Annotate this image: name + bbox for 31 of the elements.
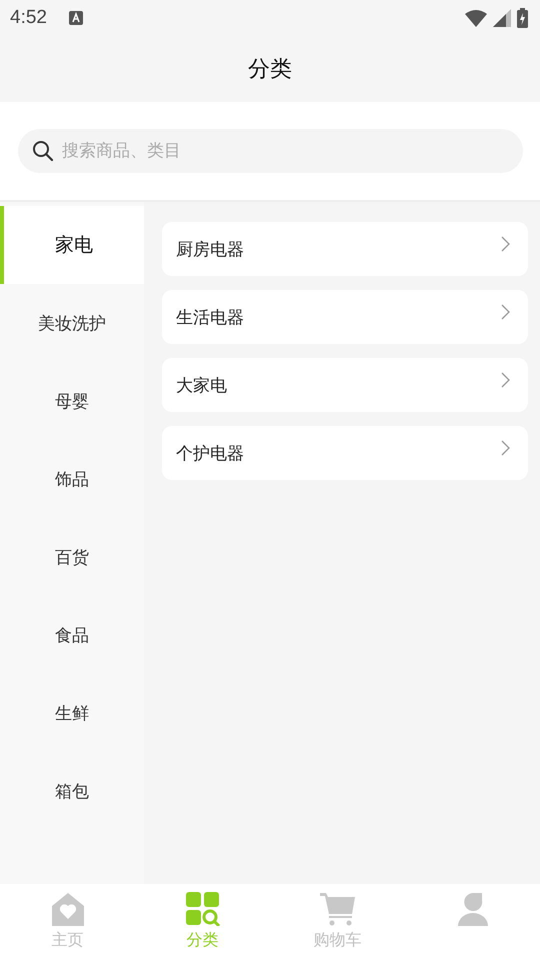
category-item[interactable]: 箱包 bbox=[0, 752, 144, 830]
category-item[interactable]: 饰品 bbox=[0, 440, 144, 518]
chevron-right-icon bbox=[501, 372, 510, 388]
signal-icon bbox=[493, 9, 511, 27]
category-icon bbox=[186, 892, 220, 926]
status-time: 4:52 bbox=[10, 7, 47, 29]
battery-icon bbox=[517, 8, 528, 28]
page-title: 分类 bbox=[248, 56, 292, 84]
category-item[interactable]: 百货 bbox=[0, 518, 144, 596]
subcategory-item[interactable]: 厨房电器 bbox=[162, 222, 528, 276]
chevron-right-icon bbox=[501, 440, 510, 456]
subcategory-item[interactable]: 生活电器 bbox=[162, 290, 528, 344]
tab-label: 购物车 bbox=[314, 930, 362, 951]
search-icon bbox=[32, 140, 54, 162]
subcategory-item[interactable]: 大家电 bbox=[162, 358, 528, 412]
chevron-right-icon bbox=[501, 304, 510, 320]
subcategory-item[interactable]: 个护电器 bbox=[162, 426, 528, 480]
category-item[interactable]: 美妆洗护 bbox=[0, 284, 144, 362]
tab-label: 主页 bbox=[52, 930, 84, 951]
search-field[interactable]: 搜索商品、类目 bbox=[18, 129, 523, 173]
category-item[interactable]: 生鲜 bbox=[0, 674, 144, 752]
category-item[interactable]: 食品 bbox=[0, 596, 144, 674]
home-icon bbox=[50, 892, 84, 926]
category-item[interactable]: 母婴 bbox=[0, 362, 144, 440]
category-item[interactable]: 家电 bbox=[0, 206, 144, 284]
person-icon bbox=[456, 892, 490, 926]
chevron-right-icon bbox=[501, 236, 510, 252]
tab-label: 分类 bbox=[186, 930, 218, 951]
notification-icon bbox=[68, 11, 83, 25]
cart-icon bbox=[320, 892, 356, 926]
wifi-icon bbox=[465, 9, 487, 27]
